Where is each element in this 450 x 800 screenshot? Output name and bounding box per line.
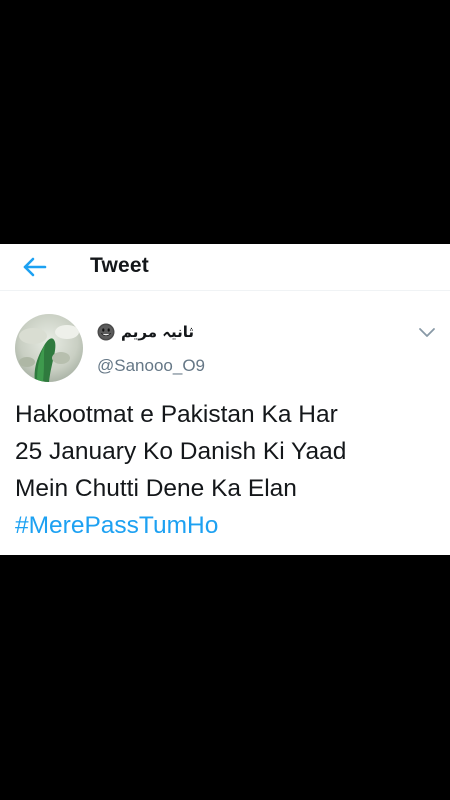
tweet-menu-button[interactable] <box>418 325 436 339</box>
hashtag-link[interactable]: #MerePassTumHo <box>15 507 435 544</box>
avatar[interactable] <box>15 314 83 382</box>
author-handle[interactable]: @Sanooo_O9 <box>97 356 205 376</box>
author-display-name: ثانیہ مریم <box>121 323 195 341</box>
screen: Tweet ثانیہ مریم @Sanooo_O9 Hakootmat e … <box>0 0 450 800</box>
tweet-header: Tweet <box>0 244 450 291</box>
grinning-face-icon <box>97 323 115 341</box>
arrow-left-icon <box>20 253 50 281</box>
back-button[interactable] <box>20 253 50 281</box>
tweet-text-line: 25 January Ko Danish Ki Yaad <box>15 438 347 465</box>
page-title: Tweet <box>90 254 149 277</box>
chevron-down-icon <box>418 325 436 339</box>
tweet-text: Hakootmat e Pakistan Ka Har 25 January K… <box>15 396 435 544</box>
tweet-text-line: Hakootmat e Pakistan Ka Har <box>15 401 338 428</box>
tweet-card: Tweet ثانیہ مریم @Sanooo_O9 Hakootmat e … <box>0 244 450 555</box>
author-name-row[interactable]: ثانیہ مریم <box>97 320 194 344</box>
tweet-text-line: Mein Chutti Dene Ka Elan <box>15 475 297 502</box>
